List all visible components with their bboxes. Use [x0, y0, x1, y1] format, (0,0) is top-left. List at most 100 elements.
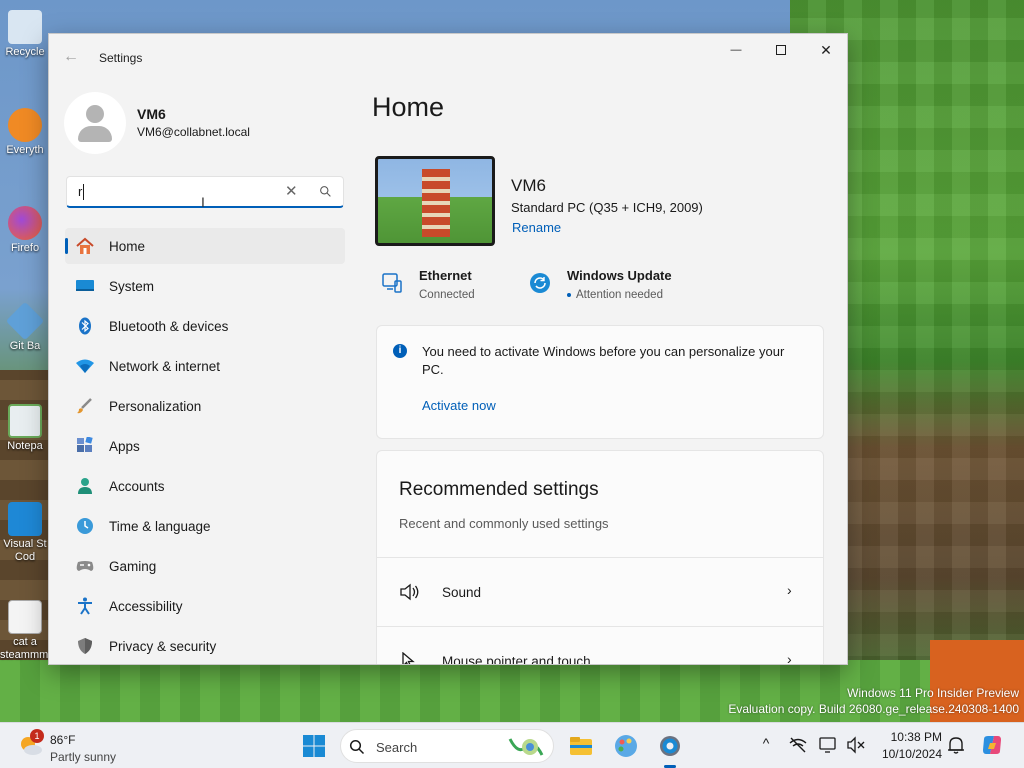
active-indicator [65, 238, 68, 254]
apps-grid-icon [77, 437, 93, 452]
globe-clock-icon [77, 518, 93, 534]
desktop-icon-firefox[interactable]: Firefo [0, 202, 50, 282]
sidebar-item-system[interactable]: System [65, 268, 345, 304]
close-button[interactable]: ✕ [803, 34, 847, 66]
search-input-value: r [78, 184, 83, 199]
weather-description: Partly sunny [50, 750, 117, 764]
minimize-button[interactable]: — [713, 34, 759, 66]
profile-name: VM6 [137, 106, 166, 122]
weather-widget[interactable]: 1 86°F Partly sunny [18, 728, 138, 764]
recommended-subtitle: Recent and commonly used settings [399, 516, 609, 531]
accounts-person-icon [78, 478, 92, 494]
network-disconnected-icon[interactable] [788, 735, 808, 755]
sidebar-item-label: Home [109, 239, 146, 254]
ibeam-cursor-icon: I [201, 194, 205, 210]
maximize-button[interactable] [758, 34, 804, 66]
paintbrush-icon [77, 398, 92, 414]
sidebar-item-label: Gaming [109, 559, 157, 574]
update-subtitle: Attention needed [567, 289, 663, 301]
search-icon[interactable] [319, 185, 332, 198]
sidebar-item-home[interactable]: Home [65, 228, 345, 264]
recommended-row-sound[interactable]: Sound › [377, 557, 823, 625]
update-subtitle-text: Attention needed [576, 289, 663, 301]
window-title: Settings [99, 51, 143, 65]
desktop-icon-recycle-bin[interactable]: Recycle [0, 6, 50, 86]
mouse-pointer-icon [402, 652, 415, 664]
desktop-icon-notepad[interactable]: Notepa [0, 400, 50, 480]
accessibility-icon [78, 597, 92, 615]
volume-muted-icon[interactable] [846, 735, 866, 755]
sidebar-item-personalization[interactable]: Personalization [65, 388, 345, 424]
rename-link[interactable]: Rename [512, 220, 561, 235]
user-profile[interactable]: VM6 VM6@collabnet.local [64, 92, 354, 156]
avatar[interactable] [64, 92, 126, 154]
sidebar-item-apps[interactable]: Apps [65, 428, 345, 464]
sidebar-item-label: Personalization [109, 399, 202, 414]
pc-name: VM6 [511, 176, 546, 195]
recommended-row-mouse[interactable]: Mouse pointer and touch › [377, 626, 823, 664]
game-controller-icon [76, 561, 94, 571]
avatar-head-icon [86, 105, 104, 123]
pc-wallpaper-thumbnail [375, 156, 495, 246]
file-explorer-icon[interactable] [567, 732, 595, 760]
sidebar-item-time-language[interactable]: Time & language [65, 508, 345, 544]
windows-watermark: Windows 11 Pro Insider Preview Evaluatio… [728, 685, 1019, 717]
wallpaper-tower-icon [422, 169, 450, 237]
activation-message: You need to activate Windows before you … [422, 344, 785, 377]
minimize-icon: — [730, 44, 742, 56]
speaker-icon [400, 583, 419, 601]
display-icon[interactable] [818, 735, 838, 755]
settings-gear-icon[interactable] [656, 732, 684, 760]
recycle-bin-icon [8, 10, 42, 44]
sidebar-item-label: Bluetooth & devices [109, 319, 229, 334]
sidebar-item-label: Apps [109, 439, 140, 454]
show-hidden-icons-button[interactable]: ^ [756, 735, 776, 755]
close-icon: ✕ [820, 41, 832, 58]
clock-date: 10/10/2024 [881, 747, 942, 761]
sidebar-item-network[interactable]: Network & internet [65, 348, 345, 384]
desktop-icon-git-bash[interactable]: Git Ba [0, 300, 50, 380]
weather-notification-badge: 1 [30, 729, 44, 743]
sidebar-item-bluetooth[interactable]: Bluetooth & devices [65, 308, 345, 344]
row-label: Sound [442, 585, 482, 600]
sidebar-nav: Home System Bluetooth & devices Network … [65, 228, 345, 664]
weather-temperature: 86°F [50, 733, 76, 747]
copilot-icon[interactable] [980, 733, 1004, 757]
sidebar-item-label: Network & internet [109, 359, 221, 374]
git-bash-icon [5, 301, 45, 341]
title-bar[interactable]: ← Settings — ✕ [49, 34, 847, 82]
firefox-icon [8, 206, 42, 240]
paint-app-icon[interactable] [612, 732, 640, 760]
ethernet-title: Ethernet [419, 268, 472, 283]
clock-time: 10:38 PM [890, 730, 942, 744]
sidebar-item-privacy-security[interactable]: Privacy & security [65, 628, 345, 664]
sidebar-item-label: Privacy & security [109, 639, 217, 654]
profile-email: VM6@collabnet.local [137, 125, 250, 139]
activate-now-link[interactable]: Activate now [422, 398, 496, 413]
sidebar-item-accessibility[interactable]: Accessibility [65, 588, 345, 624]
system-display-icon [76, 280, 94, 291]
start-button-windows-icon[interactable] [300, 732, 328, 760]
page-title: Home [372, 92, 445, 122]
clear-search-button[interactable]: ✕ [285, 182, 298, 200]
sidebar-item-label: Accounts [109, 479, 165, 494]
taskbar-search-label: Search [376, 740, 418, 755]
bluetooth-icon [79, 317, 91, 335]
watermark-line-2: Evaluation copy. Build 26080.ge_release.… [728, 702, 1019, 716]
sidebar-item-accounts[interactable]: Accounts [65, 468, 345, 504]
sidebar-item-label: Accessibility [109, 599, 183, 614]
taskbar-search-box[interactable]: Search [340, 729, 554, 763]
attention-dot-icon [567, 292, 571, 297]
notification-bell-icon[interactable] [947, 735, 965, 755]
search-highlight-ribbon-icon [508, 738, 544, 756]
sidebar-item-gaming[interactable]: Gaming [65, 548, 345, 584]
vscode-icon [8, 502, 42, 536]
back-button[interactable]: ← [63, 48, 83, 68]
desktop-icon-vscode[interactable]: Visual St Cod [0, 498, 50, 578]
system-clock[interactable]: 10:38 PM 10/10/2024 [876, 729, 942, 763]
recommended-settings-card: Recommended settings Recent and commonly… [376, 450, 824, 664]
wifi-icon [76, 359, 94, 373]
desktop-icon-everything[interactable]: Everyth [0, 104, 50, 184]
settings-window: ← Settings — ✕ VM6 VM6@collabnet.local r… [48, 33, 848, 665]
desktop-icon-cat-file[interactable]: cat a steammm... [0, 596, 57, 676]
